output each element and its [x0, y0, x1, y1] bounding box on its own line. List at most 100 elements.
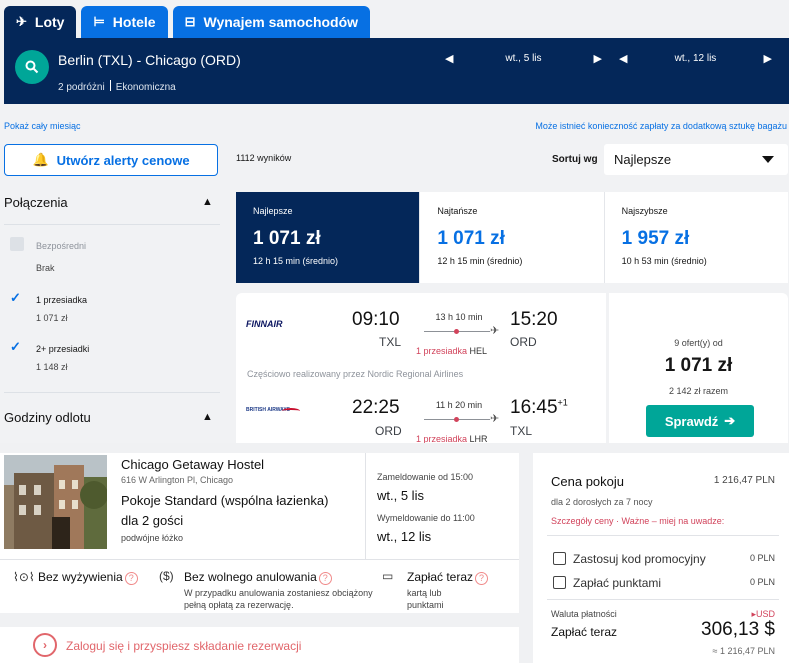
- caret-down-icon: [762, 156, 774, 163]
- sort-card-cheapest[interactable]: Najtańsze 1 071 zł 12 h 15 min (średnio): [420, 192, 605, 283]
- prev-return-date-icon[interactable]: ◀: [619, 52, 627, 65]
- bed-icon: ⊨: [93, 14, 105, 29]
- one-stop-label: 1 przesiadka: [36, 295, 88, 305]
- login-prompt-bar[interactable]: › Zaloguj się i przyspiesz składanie rez…: [0, 627, 519, 663]
- meal-feature-label: Bez wyżywienia: [38, 570, 123, 584]
- cabin-class: Ekonomiczna: [115, 82, 176, 93]
- one-stop-checkbox[interactable]: ✓: [10, 291, 24, 305]
- promo-code-checkbox[interactable]: [553, 552, 566, 565]
- direct-checkbox[interactable]: [10, 237, 24, 251]
- next-depart-date-icon[interactable]: ▶: [593, 52, 601, 65]
- sort-cards: Najlepsze 1 071 zł 12 h 15 min (średnio)…: [236, 192, 788, 283]
- filter-departure-times-title[interactable]: Godziny odlotu: [4, 410, 91, 425]
- tab-car-hire-label: Wynajem samochodów: [203, 14, 359, 30]
- cancellation-feature-label: Bez wolnego anulowania: [184, 570, 317, 584]
- depart-date[interactable]: wt., 5 lis: [453, 53, 593, 64]
- chevron-up-icon[interactable]: ▲: [202, 196, 213, 208]
- product-tabs: ✈ Loty ⊨ Hotele ⊟ Wynajem samochodów: [4, 6, 371, 38]
- sort-card-label: Najtańsze: [437, 206, 478, 216]
- tab-hotels[interactable]: ⊨ Hotele: [81, 6, 168, 38]
- return-date-nav: ◀ wt., 12 lis ▶: [619, 52, 772, 65]
- depart-date-nav: ◀ wt., 5 lis ▶: [445, 52, 602, 65]
- chevron-right-circle-icon[interactable]: ›: [33, 633, 57, 657]
- payment-currency-value: USD: [755, 609, 775, 619]
- important-note-link[interactable]: Ważne – miej na uwadze:: [622, 516, 725, 526]
- pay-with-points-checkbox[interactable]: [553, 576, 566, 589]
- money-icon: ($): [159, 569, 174, 583]
- travellers-count: 2 podróżni: [58, 82, 105, 93]
- leg1-duration: 13 h 10 min: [435, 312, 483, 322]
- search-summary-bar[interactable]: Berlin (TXL) - Chicago (ORD) 2 podróżni E…: [4, 38, 789, 104]
- room-price-title: Cena pokoju: [551, 474, 624, 489]
- stop-dot: [454, 329, 459, 334]
- divider: [547, 535, 779, 536]
- leg2-stop-airport: LHR: [469, 434, 488, 443]
- leg2-day-offset: +1: [557, 397, 568, 408]
- help-icon[interactable]: ?: [318, 572, 332, 585]
- two-plus-stops-price: 1 148 zł: [36, 362, 68, 372]
- checkin-label: Zameldowanie od 15:00: [377, 472, 474, 482]
- tab-flights-label: Loty: [34, 14, 65, 30]
- price-alert-label: Utwórz alerty cenowe: [56, 152, 190, 168]
- chevron-up-icon[interactable]: ▲: [202, 411, 213, 423]
- leg2-departure-code: ORD: [375, 424, 402, 438]
- finnair-logo: FINNAIR: [246, 319, 283, 329]
- bed-type: podwójne łóżko: [121, 533, 184, 543]
- help-icon[interactable]: ?: [124, 572, 138, 585]
- horizontal-divider: [0, 559, 519, 560]
- cancellation-feature: Bez wolnego anulowania?: [184, 570, 332, 585]
- pay-with-points-label[interactable]: Zapłać punktami: [573, 576, 661, 590]
- checkout-label: Wymeldowanie do 11:00: [377, 513, 475, 523]
- login-prompt-text[interactable]: Zaloguj się i przyspiesz składanie rezer…: [66, 639, 301, 653]
- stop-dot: [454, 417, 459, 422]
- two-plus-stops-checkbox[interactable]: ✓: [10, 340, 24, 354]
- hotel-summary-card: Chicago Getaway Hostel 616 W Arlington P…: [0, 453, 519, 613]
- pay-with-points-value: 0 PLN: [749, 577, 775, 587]
- direct-label: Bezpośredni: [36, 241, 87, 251]
- search-icon[interactable]: [15, 50, 49, 84]
- tab-hotels-label: Hotele: [112, 14, 156, 30]
- car-icon: ⊟: [184, 14, 196, 29]
- flight-search-panel: ✈ Loty ⊨ Hotele ⊟ Wynajem samochodów Ber…: [0, 0, 789, 443]
- checkout-date: wt., 12 lis: [377, 529, 432, 544]
- sort-card-best[interactable]: Najlepsze 1 071 zł 12 h 15 min (średnio): [236, 192, 421, 283]
- filter-divider: [4, 392, 220, 393]
- filter-connections-title[interactable]: Połączenia: [4, 195, 68, 210]
- price-alert-button[interactable]: 🔔 Utwórz alerty cenowe: [4, 144, 218, 176]
- tab-flights[interactable]: ✈ Loty: [4, 6, 77, 38]
- room-type: Pokoje Standard (wspólna łazienka): [121, 493, 329, 508]
- price-summary-card: Cena pokoju 1 216,47 PLN dla 2 dorosłych…: [533, 453, 789, 663]
- show-whole-month-link[interactable]: Pokaż cały miesiąc: [4, 121, 81, 131]
- tab-car-hire[interactable]: ⊟ Wynajem samochodów: [172, 6, 371, 38]
- sort-value: Najlepsze: [614, 152, 672, 167]
- plane-icon: ✈: [490, 325, 500, 337]
- british-airways-swoosh: [282, 408, 300, 414]
- cancellation-note: W przypadku anulowania zostaniesz obciąż…: [184, 588, 373, 610]
- leg1-arrival-code: ORD: [510, 335, 537, 349]
- hotel-name[interactable]: Chicago Getaway Hostel: [121, 457, 264, 472]
- sort-card-fastest[interactable]: Najszybsze 1 957 zł 10 h 53 min (średnio…: [605, 192, 788, 283]
- sort-card-price: 1 071 zł: [437, 228, 505, 249]
- next-return-date-icon[interactable]: ▶: [763, 52, 771, 65]
- price-details-link[interactable]: Szczegóły ceny: [551, 516, 614, 526]
- leg2-stops: 1 przesiadka LHR: [416, 434, 488, 443]
- select-flight-button[interactable]: Sprawdź ➔: [646, 405, 754, 437]
- sort-card-price: 1 071 zł: [253, 228, 321, 249]
- prev-depart-date-icon[interactable]: ◀: [445, 52, 453, 65]
- pay-now-feature-label: Zapłać teraz: [407, 570, 474, 584]
- one-stop-price: 1 071 zł: [36, 313, 68, 323]
- flight-ticket[interactable]: FINNAIR 09:10 TXL 13 h 10 min ✈ 1 przesi…: [236, 293, 606, 443]
- offers-count: 9 ofert(y) od: [674, 338, 723, 348]
- sort-select[interactable]: Najlepsze: [604, 144, 788, 175]
- leg1-departure-time: 09:10: [352, 309, 400, 330]
- baggage-fee-link[interactable]: Może istnieć konieczność zapłaty za doda…: [535, 121, 787, 131]
- help-icon[interactable]: ?: [475, 572, 489, 585]
- leg2-departure-time: 22:25: [352, 397, 400, 418]
- results-count: 1112 wyników: [236, 153, 292, 163]
- sort-card-price: 1 957 zł: [621, 228, 690, 249]
- leg1-stops: 1 przesiadka HEL: [416, 346, 487, 356]
- filter-divider: [4, 224, 220, 225]
- return-date[interactable]: wt., 12 lis: [627, 53, 763, 64]
- promo-code-label[interactable]: Zastosuj kod promocyjny: [573, 552, 706, 566]
- leg1-stops-count: 1 przesiadka: [416, 346, 468, 356]
